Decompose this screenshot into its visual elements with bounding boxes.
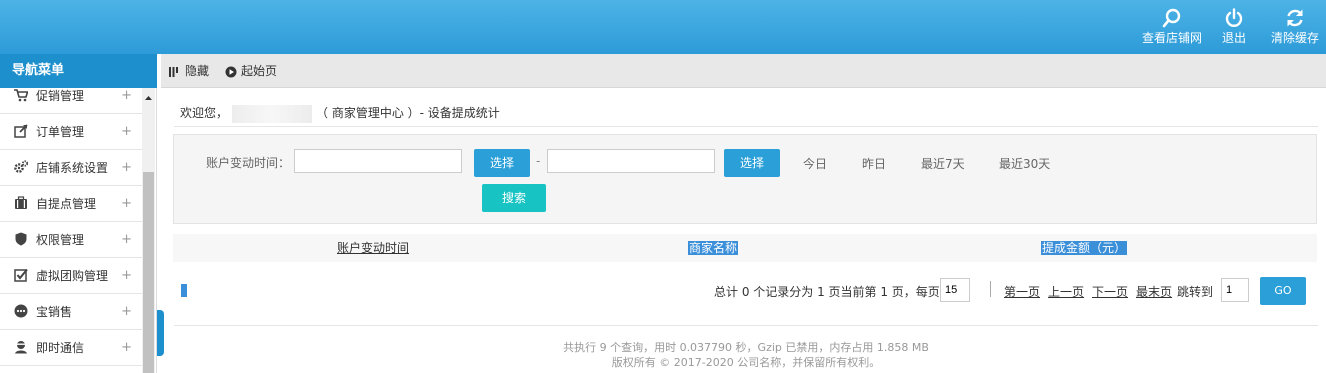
hide-sidebar-button[interactable]: 隐藏	[169, 54, 209, 88]
jump-to-label: 跳转到	[1177, 285, 1214, 299]
last-page-link[interactable]: 最末页	[1136, 283, 1172, 300]
quick-filter-last-30-days[interactable]: 最近30天	[999, 155, 1050, 172]
end-date-input[interactable]	[547, 149, 715, 173]
columns-icon	[169, 66, 178, 77]
hide-label: 隐藏	[185, 64, 210, 78]
nav-menu-title: 导航菜单	[0, 54, 157, 88]
sidebar-item-permissions[interactable]: 权限管理 +	[0, 222, 142, 258]
welcome-suffix: （ 商家管理中心 ）- 设备提成统计	[316, 106, 500, 120]
scroll-up-arrow-icon[interactable]	[142, 92, 155, 104]
clear-cache-button[interactable]: 清除缓存	[1268, 8, 1322, 46]
select-start-date-button[interactable]: 选择	[474, 149, 530, 177]
content-toolbar: 隐藏 起始页	[161, 54, 1326, 88]
quick-filter-today[interactable]: 今日	[803, 155, 827, 172]
column-header-merchant-name[interactable]: 商家名称	[688, 241, 739, 255]
logout-label: 退出	[1221, 31, 1246, 45]
column-header-commission-amount[interactable]: 提成金额（元）	[1041, 241, 1128, 255]
range-dash: -	[536, 154, 541, 168]
expand-icon[interactable]: +	[121, 330, 132, 366]
footer-copyright: 版权所有 © 2017-2020 公司名称，并保留所有权利。	[611, 356, 881, 369]
cart-icon	[14, 89, 28, 102]
table-header: 账户变动时间 商家名称 提成金额（元）	[173, 234, 1317, 262]
power-icon	[1225, 8, 1243, 27]
filter-panel: 账户变动时间： 选择 - 选择 今日 昨日 最近7天 最近30天 搜索	[173, 134, 1317, 224]
search-button[interactable]: 搜索	[482, 184, 546, 212]
sidebar-item-bao-sales[interactable]: 宝销售 +	[0, 294, 142, 330]
sidebar-item-label: 订单管理	[36, 125, 85, 139]
sidebar-item-label: 店铺系统设置	[36, 161, 109, 175]
select-end-date-button[interactable]: 选择	[724, 149, 780, 177]
start-date-input[interactable]	[294, 149, 462, 173]
more-icon	[14, 304, 28, 318]
sidebar-item-store-settings[interactable]: 店铺系统设置 +	[0, 150, 142, 186]
expand-icon[interactable]: +	[121, 186, 132, 222]
text-selection-marker	[181, 284, 187, 297]
welcome-prefix: 欢迎您，	[180, 106, 229, 120]
shield-icon	[15, 232, 27, 246]
sidebar-item-promotions[interactable]: 促销管理 +	[0, 88, 142, 114]
play-circle-icon	[225, 66, 237, 77]
expand-icon[interactable]: +	[121, 222, 132, 258]
gears-icon	[14, 160, 28, 173]
divider	[174, 126, 1318, 127]
sidebar-item-instant-messaging[interactable]: 即时通信 +	[0, 330, 142, 366]
sidebar-item-pickup-points[interactable]: 自提点管理 +	[0, 186, 142, 222]
pager-summary: 总计 0 个记录分为 1 页当前第 1 页，每页	[714, 285, 940, 299]
go-button[interactable]: GO	[1260, 277, 1306, 305]
refresh-icon	[1287, 9, 1303, 27]
scrollbar-thumb[interactable]	[143, 172, 154, 373]
expand-icon[interactable]: +	[121, 294, 132, 330]
per-page-input[interactable]	[940, 278, 970, 302]
sidebar-item-label: 权限管理	[36, 233, 85, 247]
footer-stats: 共执行 9 个查询，用时 0.037790 秒，Gzip 已禁用，内存占用 1.…	[563, 341, 929, 354]
expand-icon[interactable]: +	[121, 150, 132, 186]
chat-user-icon	[15, 341, 27, 354]
prev-page-link[interactable]: 上一页	[1048, 283, 1084, 300]
first-page-link[interactable]: 第一页	[1004, 283, 1040, 300]
edit-icon	[14, 124, 28, 138]
sidebar-item-virtual-group-buy[interactable]: 虚拟团购管理 +	[0, 258, 142, 294]
sidebar-scrollbar[interactable]	[142, 88, 155, 373]
logout-button[interactable]: 退出	[1218, 8, 1250, 46]
expand-icon[interactable]: +	[121, 114, 132, 150]
view-store-site-label: 查看店铺网	[1141, 31, 1202, 45]
top-header-bar: 查看店铺网 站 退出 清除缓存	[0, 0, 1326, 78]
column-header-account-change-time[interactable]: 账户变动时间	[337, 234, 409, 262]
quick-filter-yesterday[interactable]: 昨日	[862, 155, 886, 172]
sidebar-collapse-handle[interactable]	[157, 310, 164, 356]
jump-page-input[interactable]	[1221, 278, 1249, 302]
sidebar-item-label: 促销管理	[36, 89, 85, 103]
clear-cache-label: 清除缓存	[1270, 31, 1319, 45]
sidebar-item-label: 虚拟团购管理	[36, 269, 109, 283]
briefcase-icon	[15, 196, 27, 209]
quick-filter-last-7-days[interactable]: 最近7天	[921, 155, 965, 172]
sidebar: 促销管理 + 订单管理 + 店铺系统设置 + 自提点管理 + 权限管理 + 虚拟…	[0, 88, 157, 373]
start-page-button[interactable]: 起始页	[225, 54, 277, 88]
expand-icon[interactable]: +	[121, 258, 132, 294]
sidebar-item-label: 即时通信	[36, 341, 85, 355]
redacted-username	[232, 104, 313, 123]
page-title: 欢迎您， （ 商家管理中心 ）- 设备提成统计	[180, 104, 500, 123]
expand-icon[interactable]: +	[121, 88, 132, 114]
sidebar-item-label: 宝销售	[36, 305, 73, 319]
sidebar-item-label: 自提点管理	[36, 197, 97, 211]
pager-separator	[990, 281, 991, 297]
start-page-label: 起始页	[241, 64, 278, 78]
next-page-link[interactable]: 下一页	[1092, 283, 1128, 300]
search-icon	[1162, 8, 1181, 28]
account-change-time-label: 账户变动时间：	[206, 156, 291, 170]
sidebar-item-orders[interactable]: 订单管理 +	[0, 114, 142, 150]
checkbox-icon	[14, 268, 28, 282]
view-store-site-button[interactable]: 查看店铺网 站	[1140, 8, 1204, 78]
divider	[174, 325, 1318, 326]
